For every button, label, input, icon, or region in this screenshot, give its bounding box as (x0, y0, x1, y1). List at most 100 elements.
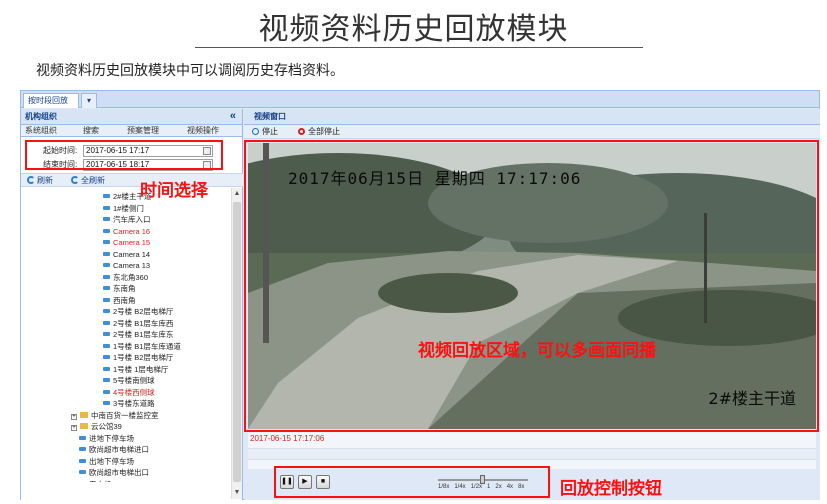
tree-camera-item[interactable]: 4号楼西侧球 (103, 388, 155, 398)
tab-system-org[interactable]: 系统组织 (25, 125, 57, 136)
tree-group[interactable]: + 中南百货一楼监控室 (71, 411, 159, 421)
camera-icon (103, 194, 110, 198)
video-area-box (244, 140, 819, 432)
tree-item-label: 西南角 (113, 295, 136, 305)
tree-camera-item[interactable]: Camera 16 (103, 227, 150, 237)
expand-icon[interactable]: + (71, 425, 77, 431)
camera-icon (79, 447, 86, 451)
tab-menu-arrow-icon[interactable]: ▾ (81, 93, 97, 108)
playback-timeline[interactable]: 2017-06-15 17:17:06 (248, 431, 816, 469)
camera-icon (103, 355, 110, 359)
camera-icon (103, 401, 110, 405)
tree-camera-item[interactable]: 无人机_01 (79, 480, 124, 482)
camera-icon (103, 297, 110, 302)
refresh-icon (27, 176, 35, 184)
tree-camera-item[interactable]: 1号楼 B1层车库通道 (103, 342, 181, 352)
tree-item-label: 3号楼东道路 (113, 399, 155, 408)
callout-video-area: 视频回放区域，可以多画面同播 (418, 341, 656, 361)
tree-item-label: 中南百货一楼监控室 (91, 410, 159, 420)
tree-item-label: 1#楼侧门 (113, 203, 144, 213)
tree-camera-item[interactable]: 西南角 (103, 296, 136, 306)
tree-camera-item[interactable]: 5号楼南侧球 (103, 376, 155, 386)
tree-item-label: Camera 13 (113, 261, 151, 270)
refresh-label: 刷新 (37, 176, 53, 185)
tree-camera-item[interactable]: 2号楼 B2层电梯厅 (103, 307, 173, 317)
tree-item-label: 4号楼西侧球 (113, 387, 155, 397)
video-toolbar: 停止 全部停止 (244, 125, 820, 139)
tree-item-label: 2号楼 B2层电梯厅 (113, 307, 174, 316)
tree-camera-item[interactable]: 进地下停车场 (79, 434, 134, 444)
tree-item-label: 出地下停车场 (89, 456, 134, 466)
scroll-up-icon[interactable]: ▲ (233, 190, 241, 198)
tree-camera-item[interactable]: 1#楼侧门 (103, 204, 144, 214)
camera-icon (103, 263, 110, 267)
tab-search[interactable]: 搜索 (83, 125, 99, 136)
tree-camera-item[interactable]: 出地下停车场 (79, 457, 134, 467)
tree-camera-item[interactable]: 3号楼东道路 (103, 399, 155, 409)
refresh-bar: 刷新 全刷新 (21, 173, 243, 187)
camera-icon (103, 217, 110, 221)
camera-icon (103, 309, 110, 313)
refresh-icon (71, 176, 79, 184)
tree-item-label: 东北角360 (113, 272, 149, 282)
scroll-down-icon[interactable]: ▼ (233, 489, 241, 497)
camera-icon (103, 240, 110, 244)
timeline-current-time: 2017-06-15 17:17:06 (250, 434, 325, 443)
scroll-thumb[interactable] (233, 202, 241, 482)
timeline-track[interactable] (248, 448, 816, 460)
folder-icon (80, 423, 88, 429)
org-panel-tabs: 系统组织 搜索 预案管理 视频操作 (21, 125, 242, 137)
tab-video-operation[interactable]: 视频操作 (187, 125, 219, 136)
camera-icon (79, 458, 86, 463)
tree-camera-item[interactable]: 欧尚超市电梯出口 (79, 468, 149, 478)
tree-item-label: 2号楼 B1层车库西 (113, 318, 174, 328)
expand-icon[interactable]: + (71, 413, 77, 420)
tree-item-label: 1号楼 1层电梯厅 (113, 364, 169, 374)
stop-button[interactable]: 停止 (252, 125, 278, 138)
tree-camera-item[interactable]: 东南角 (103, 284, 136, 294)
device-tree: 2#楼主干道 1#楼侧门 汽车库入口 Camera 16 Camera 15 Camera… (21, 188, 231, 482)
refresh-button[interactable]: 刷新 (27, 174, 53, 187)
camera-icon (103, 343, 110, 348)
tree-camera-item[interactable]: 东北角360 (103, 273, 148, 283)
stop-radio-icon (252, 128, 259, 135)
tree-camera-item[interactable]: 2号楼 B1层车库西 (103, 319, 173, 329)
callout-controls: 回放控制按钮 (560, 479, 662, 499)
tree-camera-item[interactable]: 1号楼 B2层电梯厅 (103, 353, 173, 363)
camera-icon (79, 470, 86, 474)
tree-camera-item[interactable]: 1号楼 1层电梯厅 (103, 365, 168, 375)
tree-item-label: 5号楼南侧球 (113, 376, 155, 385)
camera-icon (79, 481, 86, 482)
camera-icon (103, 378, 110, 382)
tree-scrollbar[interactable]: ▲ ▼ (231, 188, 242, 499)
tree-item-label: 欧尚超市电梯出口 (89, 468, 149, 477)
collapse-icon[interactable]: « (230, 109, 236, 124)
tree-item-label: 2号楼 B1层车库东 (113, 330, 174, 339)
tree-camera-item[interactable]: 欧尚超市电梯进口 (79, 445, 149, 455)
folder-icon (80, 411, 88, 418)
tree-item-label: 进地下停车场 (89, 433, 134, 443)
controls-box (274, 466, 550, 498)
tab-plan-management[interactable]: 预案管理 (127, 125, 159, 136)
tree-camera-item[interactable]: 2号楼 B1层车库东 (103, 330, 173, 340)
tree-item-label: 东南角 (113, 284, 136, 293)
camera-icon (103, 389, 110, 394)
camera-icon (103, 274, 110, 279)
tree-item-label: 云公馆39 (91, 422, 122, 431)
slide-description: 视频资料历史回放模块中可以调阅历史存档资料。 (36, 63, 344, 79)
tree-camera-item[interactable]: Camera 14 (103, 250, 150, 260)
stop-all-label: 全部停止 (308, 127, 340, 136)
tree-item-label: 1号楼 B1层车库通道 (113, 341, 181, 351)
tree-item-label: Camera 16 (113, 226, 151, 236)
tree-camera-item[interactable]: Camera 13 (103, 261, 150, 271)
stop-all-button[interactable]: 全部停止 (298, 125, 340, 138)
video-panel-title: 视频窗口 (244, 109, 820, 125)
tree-camera-item[interactable]: 汽车库入口 (103, 215, 151, 225)
tree-group[interactable]: + 云公馆39 (71, 422, 122, 432)
tab-playback-by-period[interactable]: 按时段回放 (23, 93, 79, 108)
title-rule (195, 47, 643, 48)
refresh-all-button[interactable]: 全刷新 (71, 174, 105, 187)
tree-item-label: 1号楼 B2层电梯厅 (113, 353, 174, 362)
tree-camera-item[interactable]: Camera 15 (103, 238, 150, 248)
tree-item-label: 汽车库入口 (113, 215, 151, 224)
